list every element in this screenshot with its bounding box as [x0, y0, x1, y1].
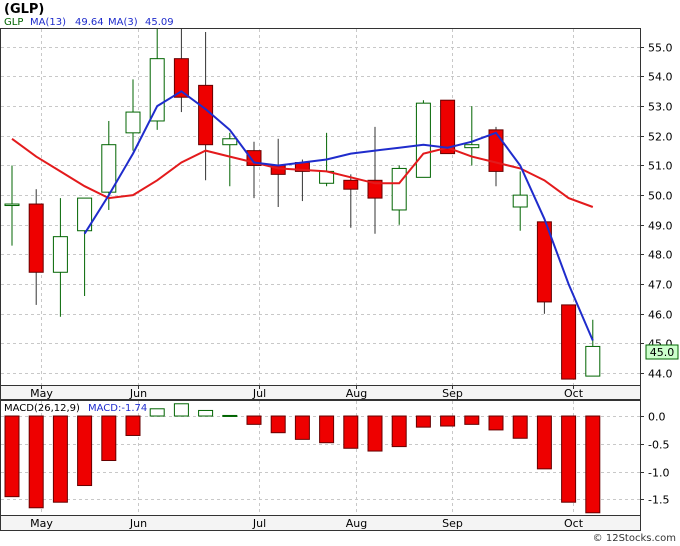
chart-canvas: 44.0 45.0 46.0 47.0 48.0 49.0 50.0 51.0 52.0 53.0…	[0, 0, 680, 546]
price-month-band	[0, 385, 641, 400]
macd-x-tick-label: Jun	[129, 517, 147, 530]
candle-body	[198, 84, 214, 146]
candle-body	[52, 236, 68, 273]
macd-bar	[4, 415, 20, 498]
macd-y-tick-label: 0.0	[648, 411, 666, 424]
price-y-tick-label: 53.0	[648, 101, 673, 114]
macd-bar	[198, 409, 214, 417]
price-y-tick-label: 54.0	[648, 71, 673, 84]
macd-legend-label: MACD(26,12,9)	[4, 403, 80, 414]
price-x-tick-label: Jun	[129, 387, 147, 400]
price-y-tick-label: 44.0	[648, 368, 673, 381]
candle-body	[343, 179, 359, 190]
macd-y-tick-label: -1.0	[648, 467, 669, 480]
candle-body	[222, 138, 238, 146]
price-y-tick-label: 47.0	[648, 279, 673, 292]
candle-body	[585, 345, 601, 377]
macd-bar	[294, 415, 310, 440]
price-x-tick-label: Aug	[346, 387, 367, 400]
macd-bar	[561, 415, 577, 503]
macd-bar	[488, 415, 504, 431]
macd-x-tick-label: Jul	[252, 517, 266, 530]
macd-bar	[415, 415, 431, 428]
macd-bar	[173, 403, 189, 417]
stock-chart: 44.0 45.0 46.0 47.0 48.0 49.0 50.0 51.0 52.0 53.0…	[0, 0, 680, 546]
price-y-tick-label: 46.0	[648, 309, 673, 322]
macd-bar	[367, 415, 383, 452]
macd-bar	[246, 415, 262, 425]
macd-bar	[222, 414, 238, 417]
candle-body	[391, 167, 407, 211]
macd-bar	[512, 415, 528, 439]
watermark: © 12Stocks.com	[593, 533, 676, 544]
macd-bar	[77, 415, 93, 487]
candle-body	[149, 58, 165, 122]
macd-x-tick-label: Oct	[564, 517, 584, 530]
legend-ma3-label: MA(3)	[108, 17, 138, 28]
legend-symbol: GLP	[4, 17, 23, 28]
price-x-tick-label: May	[30, 387, 53, 400]
macd-x-tick-label: Sep	[442, 517, 463, 530]
candle-body	[464, 144, 480, 149]
macd-x-tick-label: Aug	[346, 517, 367, 530]
price-x-tick-label: Jul	[252, 387, 266, 400]
price-y-tick-label: 50.0	[648, 190, 673, 203]
macd-bar	[52, 415, 68, 503]
price-y-tick-label: 49.0	[648, 220, 673, 233]
macd-bar	[464, 415, 480, 425]
macd-x-tick-label: May	[30, 517, 53, 530]
price-y-tick-label: 48.0	[648, 249, 673, 262]
macd-bar	[440, 415, 456, 427]
macd-bar	[125, 415, 141, 436]
macd-bar	[270, 415, 286, 434]
price-x-tick-label: Oct	[564, 387, 584, 400]
macd-y-tick-label: -1.5	[648, 494, 669, 507]
macd-bar	[149, 408, 165, 417]
candle-body	[512, 194, 528, 208]
macd-bar	[319, 415, 335, 444]
candle-body	[488, 129, 504, 172]
macd-bar	[28, 415, 44, 509]
last-price-tag: 45.0	[650, 346, 675, 359]
macd-legend-value: MACD:-1.74	[88, 403, 147, 414]
macd-bar	[536, 415, 552, 470]
price-y-tick-label: 51.0	[648, 160, 673, 173]
macd-bar	[343, 415, 359, 449]
legend-ma3-value: 45.09	[145, 17, 174, 28]
candle-body	[4, 203, 20, 207]
price-y-tick-label: 52.0	[648, 131, 673, 144]
candle-body	[125, 111, 141, 134]
macd-bar	[585, 415, 601, 514]
candle-body	[415, 102, 431, 178]
macd-y-tick-label: -0.5	[648, 439, 669, 452]
macd-month-band	[0, 515, 641, 531]
legend-ma13-value: 49.64	[75, 17, 104, 28]
candle-body	[28, 203, 44, 273]
candle-body	[561, 304, 577, 380]
price-x-tick-label: Sep	[442, 387, 463, 400]
price-y-tick-label: 55.0	[648, 42, 673, 55]
macd-bar	[391, 415, 407, 448]
page-title: (GLP)	[4, 2, 44, 17]
legend-ma13-label: MA(13)	[30, 17, 66, 28]
macd-bar	[101, 415, 117, 462]
price-panel	[0, 28, 641, 386]
